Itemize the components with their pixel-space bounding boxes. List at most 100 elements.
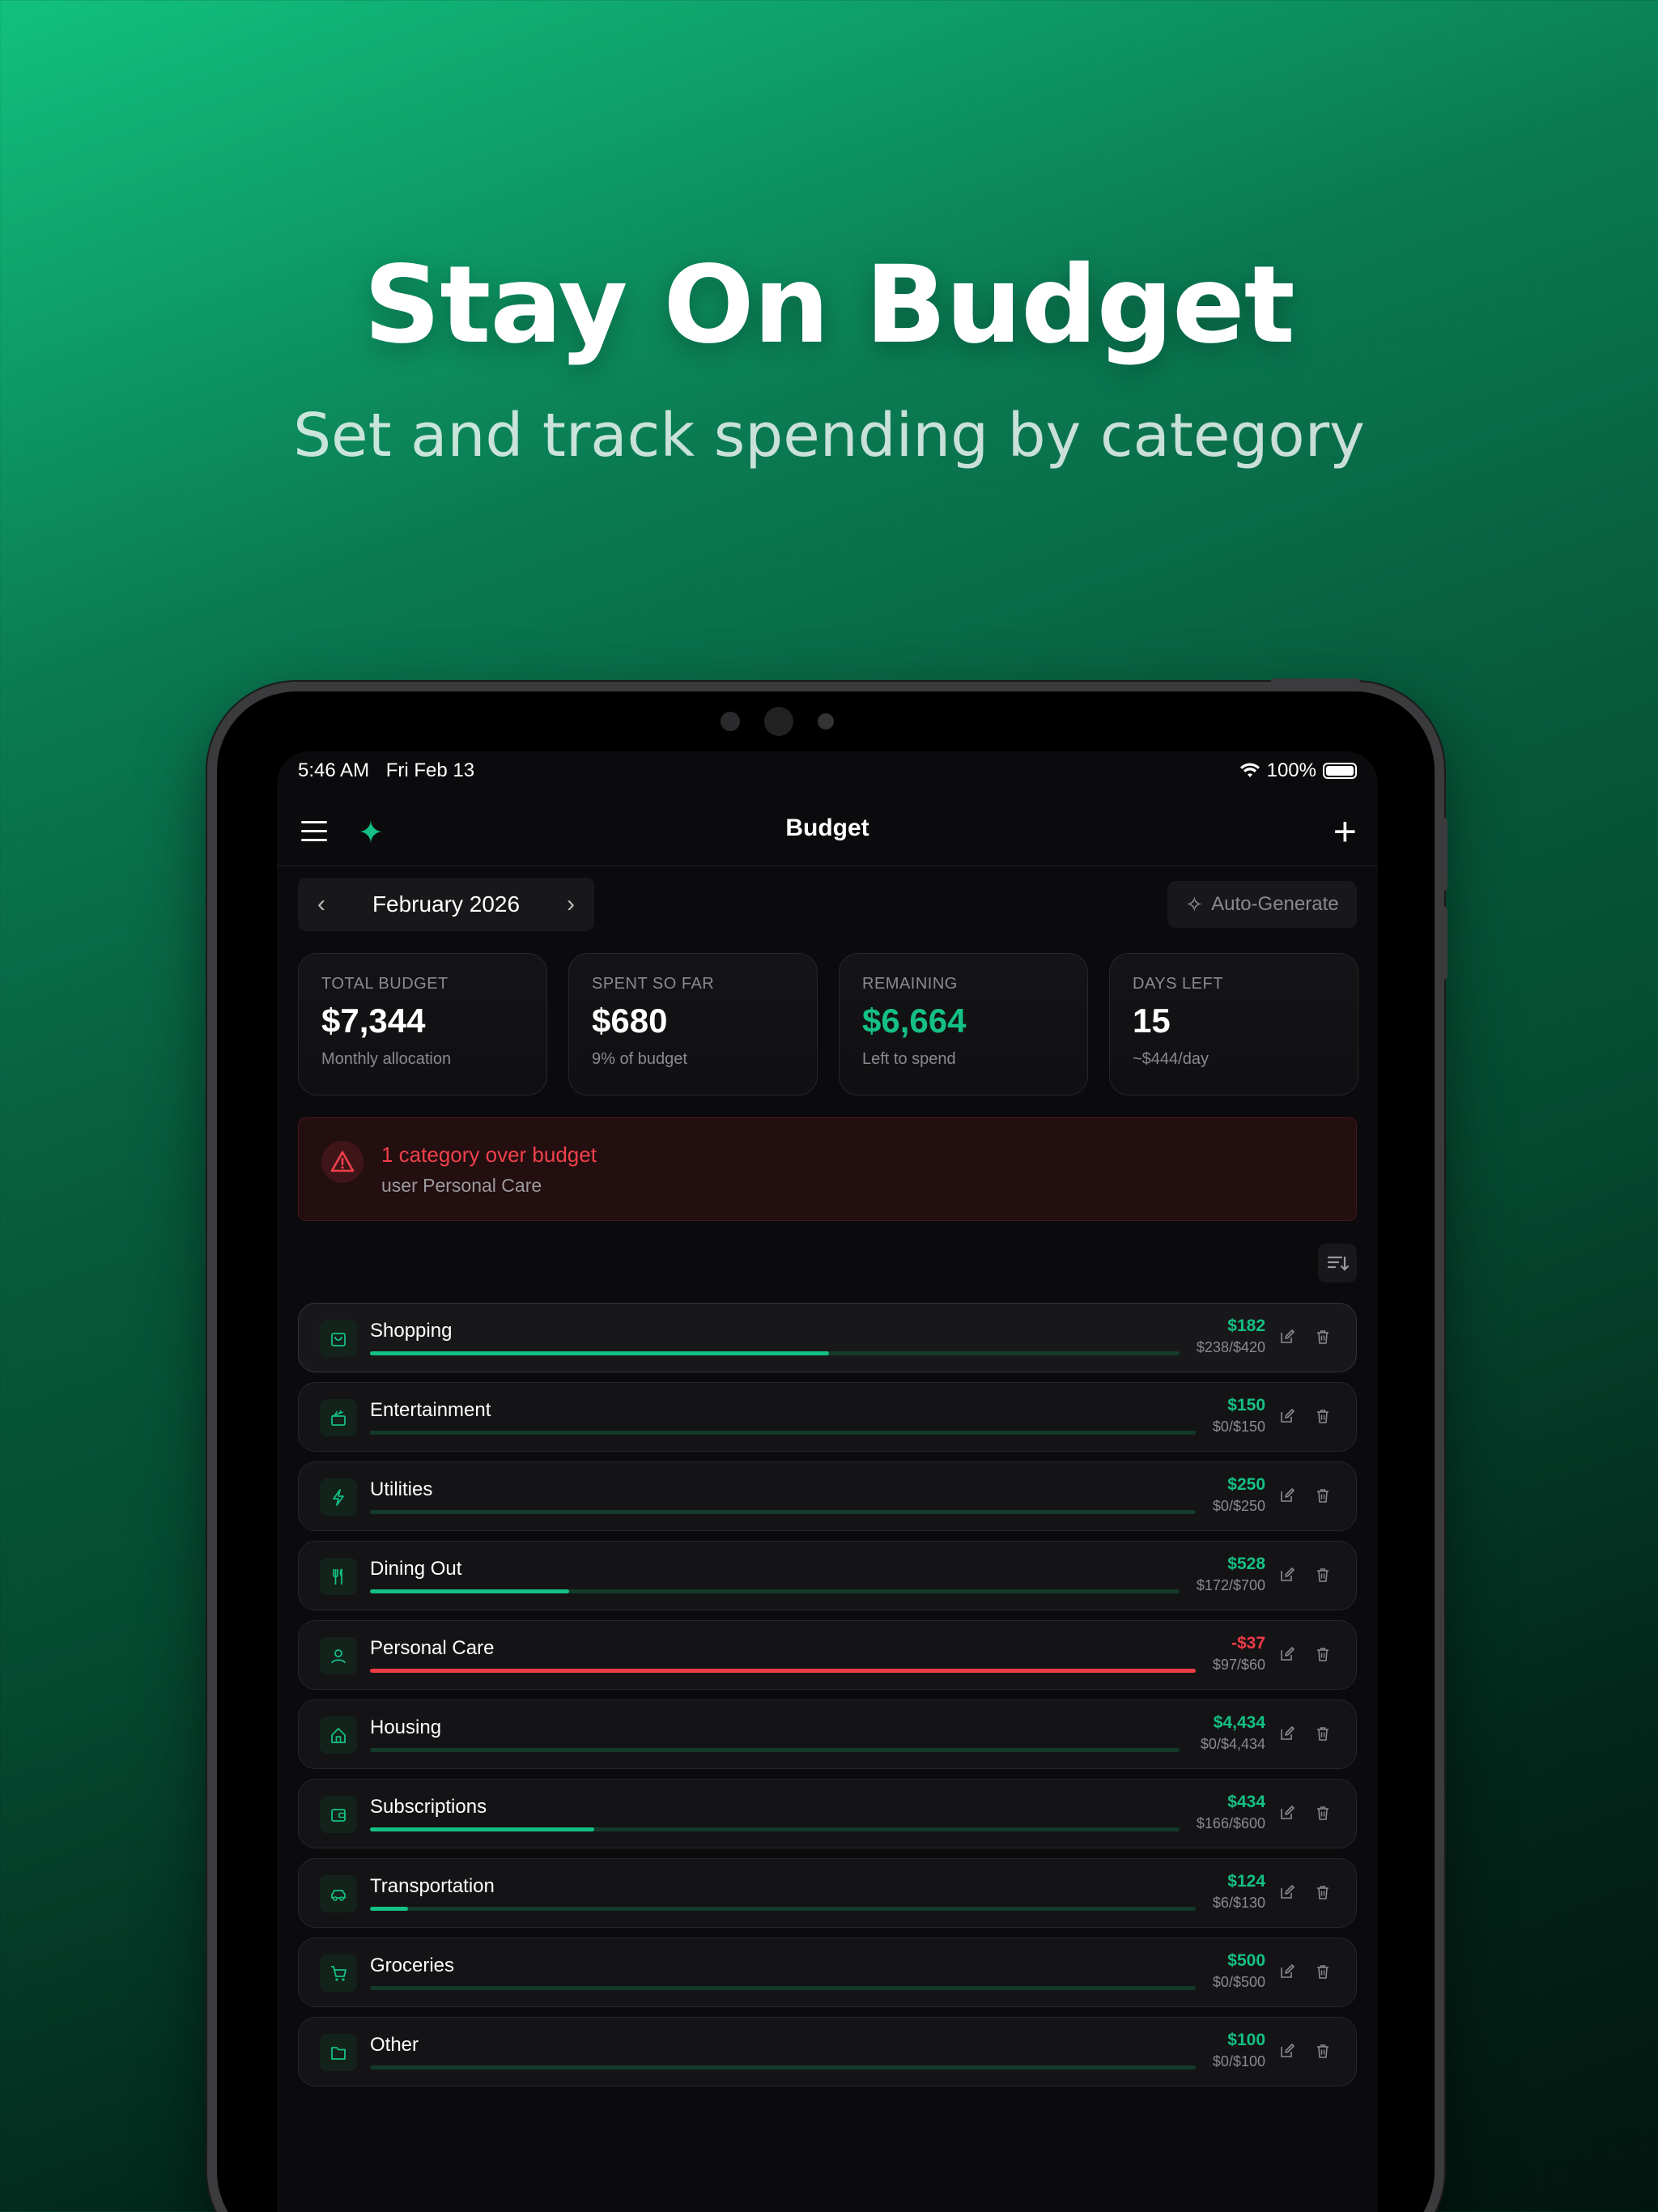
category-name: Subscriptions (370, 1796, 487, 1818)
edit-icon[interactable] (1278, 1883, 1296, 1901)
sort-button[interactable] (1318, 1244, 1357, 1283)
summary-card-total-budget: TOTAL BUDGET $7,344 Monthly allocation (298, 953, 547, 1095)
edit-icon[interactable] (1278, 1645, 1296, 1663)
folder-icon (320, 2034, 357, 2071)
trash-icon[interactable] (1314, 1725, 1332, 1742)
wifi-icon (1239, 763, 1260, 777)
category-usage: $6/$130 (1212, 1895, 1265, 1911)
trash-icon[interactable] (1314, 1883, 1332, 1901)
category-row[interactable]: Personal Care -$37 $97/$60 (298, 1620, 1357, 1690)
status-date: Fri Feb 13 (385, 759, 475, 781)
edit-icon[interactable] (1278, 1407, 1296, 1425)
summary-cards: TOTAL BUDGET $7,344 Monthly allocation S… (298, 953, 1358, 1095)
category-usage: $97/$60 (1212, 1657, 1265, 1673)
summary-card-key: TOTAL BUDGET (321, 975, 449, 993)
alert-detail: user Personal Care (381, 1175, 542, 1196)
trash-icon[interactable] (1314, 1804, 1332, 1822)
category-row[interactable]: Other $100 $0/$100 (298, 2017, 1357, 2087)
summary-card-value: $7,344 (321, 1002, 426, 1040)
volume-down-button (1441, 907, 1448, 980)
edit-icon[interactable] (1278, 2042, 1296, 2060)
summary-card-value: $680 (592, 1002, 668, 1040)
category-progress-track (370, 1827, 1180, 1831)
edit-icon[interactable] (1278, 1725, 1296, 1742)
category-name: Shopping (370, 1320, 453, 1342)
category-row[interactable]: Subscriptions $434 $166/$600 (298, 1779, 1357, 1848)
category-name: Dining Out (370, 1558, 462, 1580)
trash-icon[interactable] (1314, 1328, 1332, 1346)
trash-icon[interactable] (1314, 1407, 1332, 1425)
over-budget-alert[interactable]: 1 category over budget user Personal Car… (298, 1117, 1357, 1221)
category-row[interactable]: Shopping $182 $238/$420 (298, 1303, 1357, 1372)
category-usage: $238/$420 (1196, 1339, 1265, 1355)
trash-icon[interactable] (1314, 2042, 1332, 2060)
summary-card-days-left: DAYS LEFT 15 ~$444/day (1109, 953, 1358, 1095)
category-usage: $172/$700 (1196, 1577, 1265, 1593)
trash-icon[interactable] (1314, 1566, 1332, 1584)
front-camera-icon (764, 707, 793, 736)
category-usage: $0/$250 (1212, 1498, 1265, 1514)
shopping-bag-icon (320, 1320, 357, 1357)
alert-title: 1 category over budget (381, 1142, 597, 1167)
edit-icon[interactable] (1278, 1804, 1296, 1822)
category-progress-track (370, 1510, 1196, 1514)
category-progress-fill (370, 1907, 408, 1911)
nav-bar: ✦ Budget + (277, 797, 1378, 866)
sparkles-icon: ✧ (1185, 891, 1204, 917)
utensils-icon (320, 1558, 357, 1595)
category-remaining: $150 (1227, 1396, 1265, 1414)
summary-card-sub: Monthly allocation (321, 1050, 452, 1068)
category-progress-track (370, 1669, 1196, 1673)
edit-icon[interactable] (1278, 1566, 1296, 1584)
category-name: Housing (370, 1716, 442, 1738)
category-usage: $0/$500 (1212, 1974, 1265, 1990)
category-usage: $0/$100 (1212, 2053, 1265, 2069)
edit-icon[interactable] (1278, 1328, 1296, 1346)
trash-icon[interactable] (1314, 1487, 1332, 1504)
category-row[interactable]: Dining Out $528 $172/$700 (298, 1541, 1357, 1610)
auto-generate-button[interactable]: ✧ Auto-Generate (1167, 881, 1357, 928)
trash-icon[interactable] (1314, 1645, 1332, 1663)
hero-title: Stay On Budget (363, 243, 1295, 368)
volume-up-button (1441, 818, 1448, 891)
category-row[interactable]: Housing $4,434 $0/$4,434 (298, 1699, 1357, 1769)
warning-icon (321, 1141, 363, 1183)
category-name: Utilities (370, 1478, 433, 1500)
month-label: February 2026 (372, 891, 521, 917)
category-row[interactable]: Utilities $250 $0/$250 (298, 1461, 1357, 1531)
trash-icon[interactable] (1314, 1963, 1332, 1980)
category-row[interactable]: Transportation $124 $6/$130 (298, 1858, 1357, 1928)
category-progress-track (370, 1748, 1180, 1752)
sensor-icon (721, 712, 740, 731)
category-progress-track (370, 1589, 1180, 1593)
app-screen: 5:46 AM Fri Feb 13 100% ✦ Budget + ‹ Feb… (277, 751, 1378, 2212)
summary-card-sub: ~$444/day (1133, 1050, 1209, 1068)
category-remaining: $528 (1227, 1555, 1265, 1573)
prev-month-chevron-icon[interactable]: ‹ (317, 891, 325, 918)
category-remaining: $182 (1227, 1317, 1265, 1335)
next-month-chevron-icon[interactable]: › (567, 891, 575, 918)
add-budget-button[interactable]: + (1333, 808, 1357, 855)
category-row[interactable]: Groceries $500 $0/$500 (298, 1938, 1357, 2007)
category-progress-track (370, 2065, 1196, 2069)
category-remaining: $434 (1227, 1793, 1265, 1811)
summary-card-sub: Left to spend (862, 1050, 956, 1068)
status-right: 100% (1239, 759, 1357, 782)
lightning-icon (320, 1478, 357, 1516)
category-row[interactable]: Entertainment $150 $0/$150 (298, 1382, 1357, 1452)
month-selector: ‹ February 2026 › (298, 878, 594, 931)
category-name: Groceries (370, 1955, 455, 1976)
edit-icon[interactable] (1278, 1487, 1296, 1504)
sort-icon (1327, 1256, 1350, 1271)
category-name: Entertainment (370, 1399, 491, 1421)
category-progress-track (370, 1431, 1196, 1435)
summary-card-key: SPENT SO FAR (592, 975, 715, 993)
category-name: Personal Care (370, 1637, 495, 1659)
category-usage: $0/$4,434 (1200, 1736, 1265, 1752)
cart-icon (320, 1955, 357, 1992)
category-usage: $0/$150 (1212, 1419, 1265, 1435)
edit-icon[interactable] (1278, 1963, 1296, 1980)
clapperboard-icon (320, 1399, 357, 1436)
summary-card-key: REMAINING (862, 975, 958, 993)
summary-card-key: DAYS LEFT (1133, 975, 1223, 993)
